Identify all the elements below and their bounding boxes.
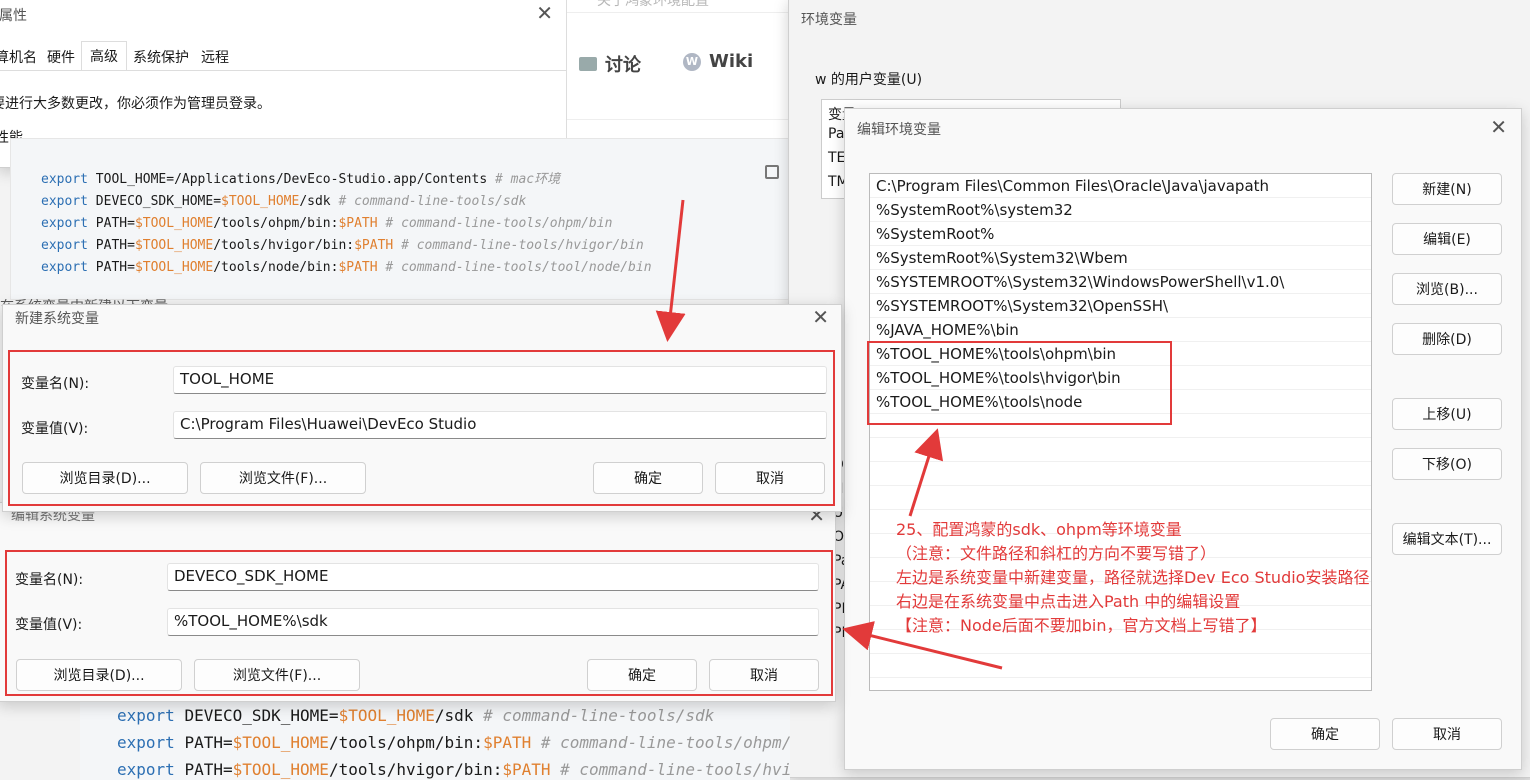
- annotation-arrows: [655, 199, 1003, 670]
- arrow-to-path-list: [908, 428, 944, 517]
- arrow-to-new-var: [655, 199, 686, 342]
- arrow-to-edit-var: [842, 621, 1003, 670]
